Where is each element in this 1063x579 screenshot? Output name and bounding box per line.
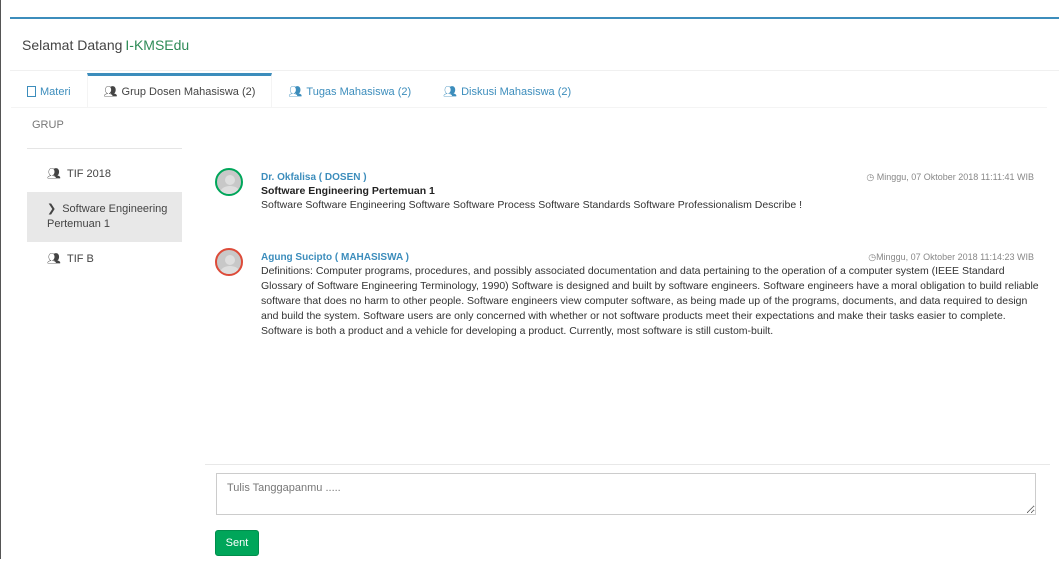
post-message: Software Software Engineering Software S… [261,199,803,211]
post-time-text: Minggu, 07 Oktober 2018 11:14:23 WIB [876,252,1034,262]
send-button[interactable]: Sent [215,530,259,556]
list-item: Agung Sucipto ( MAHASISWA ) ◷Minggu, 07 … [205,240,1040,339]
tab-label: Materi [40,85,71,98]
users-icon: 👥︎ [288,86,303,98]
clock-icon: ◷ [868,252,877,262]
tab-label: Diskusi Mahasiswa (2) [461,85,572,98]
sidebar-item-tif-2018[interactable]: 👥︎ TIF 2018 [27,157,182,192]
tab-label: Grup Dosen Mahasiswa (2) [121,85,256,98]
post-time: ◷Minggu, 07 Oktober 2018 11:14:23 WIB [868,252,1034,263]
tab-materi[interactable]: Materi [11,73,87,107]
tab-bar: Materi 👥︎ Grup Dosen Mahasiswa (2) 👥︎ Tu… [11,70,1047,108]
page-title: Selamat Datang I-KMSEdu [10,19,1059,71]
sidebar-item-tif-b[interactable]: 👥︎ TIF B [27,242,182,277]
users-icon: 👥︎ [103,86,118,98]
users-icon: 👥︎ [47,168,61,180]
group-sidebar: GRUP 👥︎ TIF 2018 ❯ Software Engineering Pe… [27,108,182,277]
chevron-right-icon: ❯ [47,203,57,215]
sidebar-item-label: Software Engineering Pertemuan 1 [47,203,168,230]
avatar [215,248,243,276]
post-message: Definitions: Computer programs, procedur… [261,265,1039,337]
avatar [215,168,243,196]
tab-diskusi-mahasiswa[interactable]: 👥︎ Diskusi Mahasiswa (2) [427,73,587,107]
brand-text: I-KMSEdu [125,36,190,53]
greeting-text: Selamat Datang [22,36,123,53]
post-subject: Software Engineering Pertemuan 1 [261,185,435,197]
tab-tugas-mahasiswa[interactable]: 👥︎ Tugas Mahasiswa (2) [272,73,427,107]
divider [205,464,1050,465]
post-time: ◷ Minggu, 07 Oktober 2018 11:11:41 WIB [866,172,1034,183]
clock-icon: ◷ [866,172,877,182]
tab-grup-dosen-mahasiswa[interactable]: 👥︎ Grup Dosen Mahasiswa (2) [86,73,273,107]
list-item: Dr. Okfalisa ( DOSEN ) ◷ Minggu, 07 Okto… [205,160,1040,220]
users-icon: 👥︎ [47,253,61,265]
file-icon [27,86,36,97]
post-time-text: Minggu, 07 Oktober 2018 11:11:41 WIB [876,172,1034,182]
sidebar-item-software-engineering[interactable]: ❯ Software Engineering Pertemuan 1 [27,192,182,242]
sidebar-item-label: TIF 2018 [66,168,111,180]
reply-input[interactable] [216,473,1036,515]
tab-label: Tugas Mahasiswa (2) [306,85,412,98]
users-icon: 👥︎ [443,86,458,98]
discussion-feed: Dr. Okfalisa ( DOSEN ) ◷ Minggu, 07 Okto… [205,160,1040,353]
sidebar-item-label: TIF B [66,253,94,265]
sidebar-title: GRUP [27,108,182,149]
